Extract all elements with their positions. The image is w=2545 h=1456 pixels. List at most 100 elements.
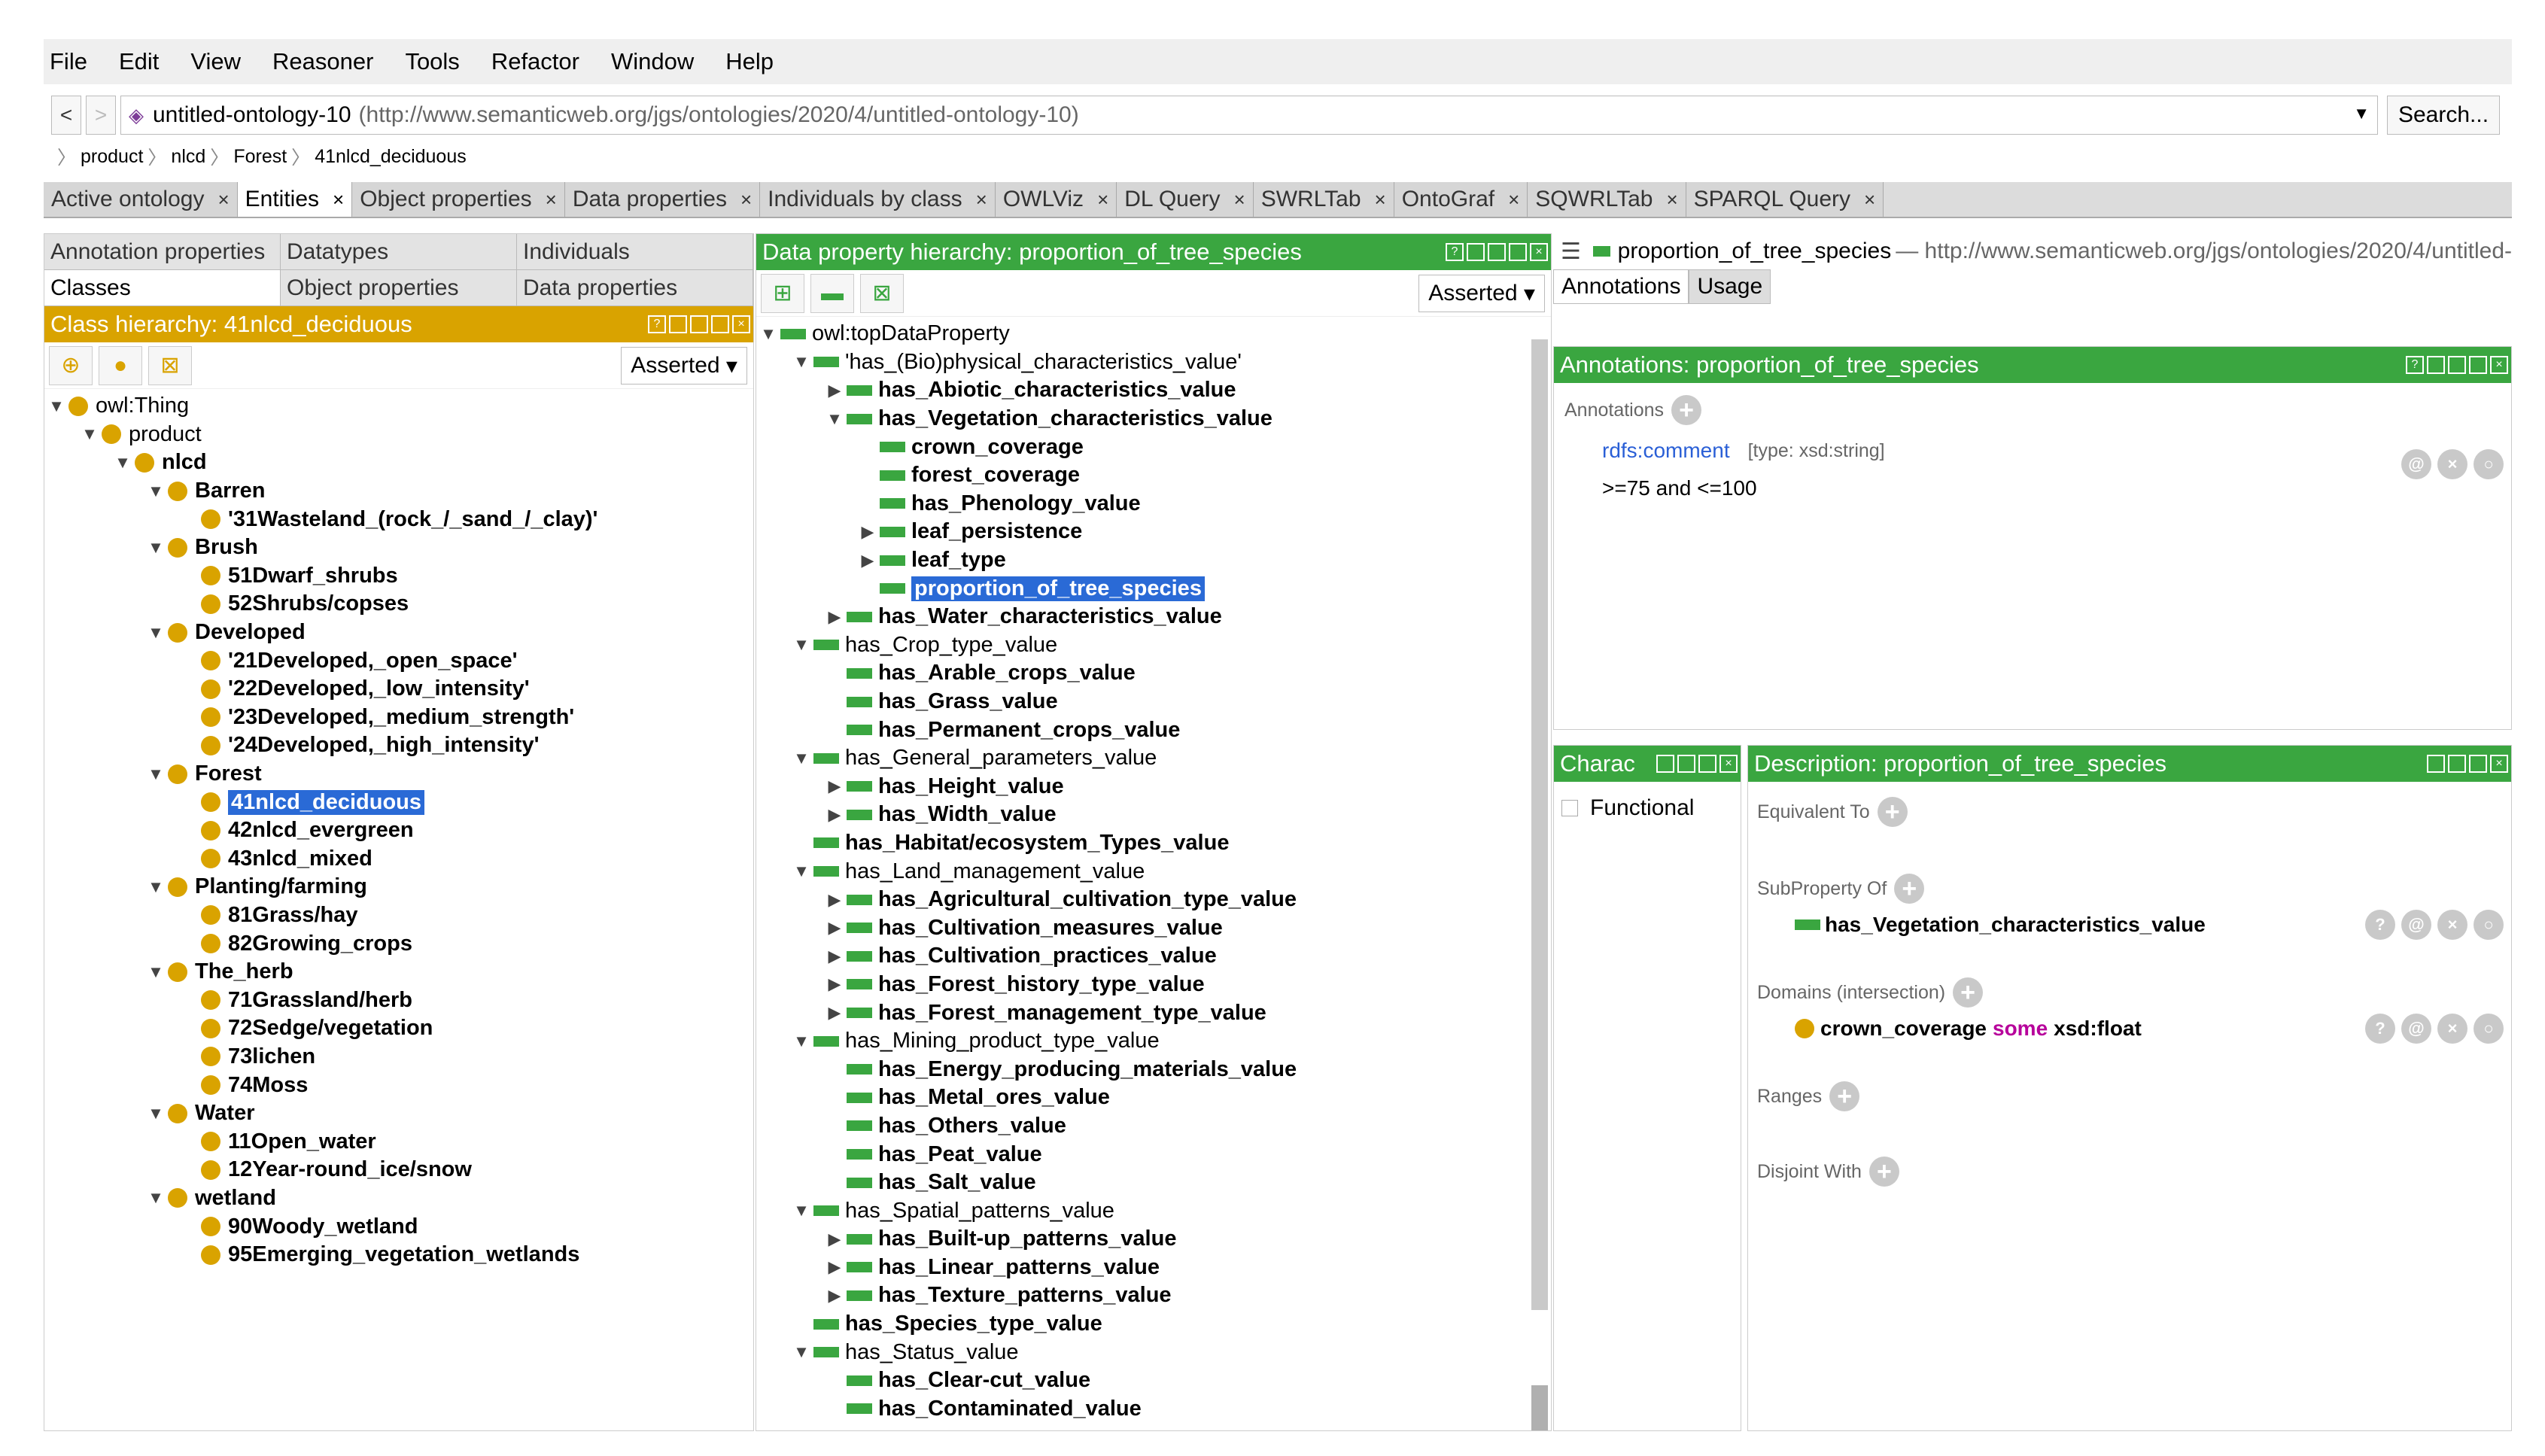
workspace-tab[interactable]: SQWRLTab × — [1528, 182, 1686, 217]
menu-reasoner[interactable]: Reasoner — [272, 48, 373, 75]
expand-icon[interactable]: ▶ — [859, 551, 877, 570]
close-tab-icon[interactable]: × — [1097, 188, 1108, 211]
tree-node[interactable]: ▶ has_Built-up_patterns_value — [756, 1225, 1551, 1254]
tree-node[interactable]: ▶ has_Forest_history_type_value — [756, 971, 1551, 999]
add-superproperty-icon[interactable]: + — [1894, 874, 1925, 904]
tree-node[interactable]: ▼ 'has_(Bio)physical_characteristics_valu… — [756, 348, 1551, 377]
tree-node[interactable]: '24Developed,_high_intensity' — [44, 731, 753, 760]
dropdown-arrow-icon[interactable]: ▼ — [2353, 104, 2370, 123]
tree-node[interactable]: proportion_of_tree_species — [756, 574, 1551, 603]
tree-node[interactable]: 11Open_water — [44, 1127, 753, 1156]
breadcrumb-forest[interactable]: Forest — [233, 146, 287, 168]
annotate-icon[interactable]: @ — [2401, 910, 2431, 940]
tree-node[interactable]: ▶ has_Cultivation_practices_value — [756, 942, 1551, 971]
menu-refactor[interactable]: Refactor — [491, 48, 579, 75]
tree-node[interactable]: 73lichen — [44, 1043, 753, 1071]
minimize-icon[interactable] — [1488, 243, 1506, 261]
tree-node[interactable]: 52Shrubs/copses — [44, 590, 753, 619]
workspace-tab[interactable]: DL Query × — [1117, 182, 1254, 217]
expand-icon[interactable]: ▶ — [826, 1286, 844, 1306]
expand-icon[interactable]: ▶ — [859, 522, 877, 542]
menu-icon[interactable]: ☰ — [1561, 239, 1581, 265]
collapse-icon[interactable]: ▼ — [792, 1032, 810, 1051]
functional-checkbox[interactable] — [1561, 800, 1578, 816]
tree-node[interactable]: 41nlcd_deciduous — [44, 788, 753, 816]
tree-node[interactable]: ▼ has_General_parameters_value — [756, 744, 1551, 773]
tab-datatypes[interactable]: Datatypes — [281, 234, 517, 269]
search-button[interactable]: Search... — [2387, 96, 2500, 135]
menu-file[interactable]: File — [50, 48, 87, 75]
close-icon[interactable]: × — [2490, 755, 2508, 773]
help-icon[interactable]: ? — [2365, 910, 2395, 940]
tab-annotations[interactable]: Annotations — [1553, 269, 1689, 304]
back-button[interactable]: < — [51, 96, 81, 135]
maximize-icon[interactable] — [1698, 755, 1716, 773]
collapse-icon[interactable]: ▼ — [792, 1342, 810, 1362]
workspace-tab[interactable]: Entities × — [237, 182, 353, 217]
pin-icon[interactable] — [1656, 755, 1674, 773]
tab-annotation-properties[interactable]: Annotation properties — [44, 234, 281, 269]
breadcrumb-product[interactable]: product — [81, 146, 143, 168]
add-subclass-button[interactable]: ⊕ — [49, 345, 93, 385]
edit-icon[interactable]: ○ — [2474, 910, 2504, 940]
tree-node[interactable]: ▶ has_Texture_patterns_value — [756, 1281, 1551, 1310]
menu-tools[interactable]: Tools — [405, 48, 459, 75]
tree-node[interactable]: ▶ has_Water_characteristics_value — [756, 603, 1551, 631]
asserted-dropdown[interactable]: Asserted ▾ — [1418, 275, 1545, 312]
tree-node[interactable]: 72Sedge/vegetation — [44, 1014, 753, 1043]
expand-icon[interactable]: ▶ — [826, 777, 844, 796]
tree-node[interactable]: ▼ has_Spatial_patterns_value — [756, 1196, 1551, 1225]
tree-node[interactable]: 95Emerging_vegetation_wetlands — [44, 1241, 753, 1269]
close-tab-icon[interactable]: × — [546, 188, 557, 211]
tree-node[interactable]: ▶ has_Agricultural_cultivation_type_value — [756, 886, 1551, 914]
collapse-icon[interactable]: ▼ — [47, 397, 65, 416]
expand-icon[interactable]: ▶ — [826, 607, 844, 627]
menu-window[interactable]: Window — [611, 48, 694, 75]
collapse-icon[interactable]: ▼ — [147, 962, 165, 982]
tree-node[interactable]: ▶ has_Cultivation_measures_value — [756, 913, 1551, 942]
tree-node[interactable]: ▼ has_Status_value — [756, 1338, 1551, 1366]
tree-node[interactable]: has_Contaminated_value — [756, 1395, 1551, 1424]
tab-data-properties[interactable]: Data properties — [517, 270, 753, 305]
workspace-tab[interactable]: Object properties × — [352, 182, 565, 217]
tree-node[interactable]: ▼ owl:Thing — [44, 392, 753, 421]
tree-node[interactable]: 42nlcd_evergreen — [44, 816, 753, 845]
workspace-tab[interactable]: SWRLTab × — [1253, 182, 1394, 217]
tree-node[interactable]: 43nlcd_mixed — [44, 845, 753, 874]
close-tab-icon[interactable]: × — [740, 188, 752, 211]
edit-icon[interactable]: ○ — [2474, 449, 2504, 479]
ontology-selector[interactable]: ◈ untitled-ontology-10 (http://www.seman… — [120, 96, 2378, 135]
tree-node[interactable]: has_Salt_value — [756, 1169, 1551, 1197]
add-equivalent-icon[interactable]: + — [1877, 797, 1908, 827]
tree-node[interactable]: ▼ owl:topDataProperty — [756, 320, 1551, 348]
tab-object-properties[interactable]: Object properties — [281, 270, 517, 305]
delete-icon[interactable]: × — [2437, 1014, 2467, 1044]
maximize-icon[interactable] — [711, 315, 729, 333]
tree-node[interactable]: has_Habitat/ecosystem_Types_value — [756, 829, 1551, 858]
collapse-icon[interactable]: ▼ — [147, 482, 165, 501]
collapse-icon[interactable]: ▼ — [792, 1201, 810, 1220]
close-icon[interactable]: × — [1719, 755, 1738, 773]
close-tab-icon[interactable]: × — [1508, 188, 1519, 211]
expand-icon[interactable]: ▶ — [826, 1003, 844, 1023]
tree-node[interactable]: '21Developed,_open_space' — [44, 646, 753, 675]
collapse-icon[interactable]: ▼ — [81, 424, 99, 444]
tree-node[interactable]: has_Species_type_value — [756, 1310, 1551, 1339]
help-icon[interactable]: ? — [2406, 356, 2424, 374]
functional-checkbox-row[interactable]: Functional — [1554, 782, 1741, 834]
tree-node[interactable]: has_Permanent_crops_value — [756, 716, 1551, 744]
collapse-icon[interactable]: ▼ — [147, 1104, 165, 1123]
asserted-dropdown[interactable]: Asserted ▾ — [621, 347, 747, 385]
tree-node[interactable]: 51Dwarf_shrubs — [44, 562, 753, 591]
expand-icon[interactable]: ▶ — [826, 1230, 844, 1249]
tree-node[interactable]: ▼ has_Mining_product_type_value — [756, 1027, 1551, 1056]
breadcrumb-current[interactable]: 41nlcd_deciduous — [315, 146, 467, 168]
collapse-icon[interactable]: ▼ — [792, 352, 810, 372]
collapse-icon[interactable]: ▼ — [792, 749, 810, 768]
tree-node[interactable]: '22Developed,_low_intensity' — [44, 675, 753, 704]
minimize-icon[interactable] — [1677, 755, 1695, 773]
expand-icon[interactable]: ▶ — [826, 1257, 844, 1277]
pin-icon[interactable] — [669, 315, 687, 333]
menu-edit[interactable]: Edit — [119, 48, 159, 75]
annotate-icon[interactable]: @ — [2401, 1014, 2431, 1044]
